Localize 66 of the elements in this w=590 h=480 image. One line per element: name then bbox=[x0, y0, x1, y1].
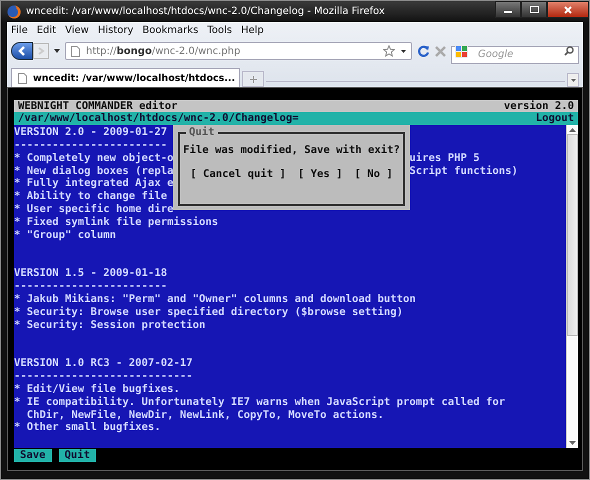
dialog-button[interactable]: [ Yes ] bbox=[298, 168, 343, 180]
menu-item[interactable]: View bbox=[65, 25, 89, 36]
close-icon bbox=[564, 6, 572, 14]
changelog-line: * IE compatibility. Unfortunately IE7 warns when JavaScript prompt called for bbox=[14, 396, 506, 409]
window-title: wncedit: /var/www/localhost/htdocs/wnc-2.0/Changelog - Mozilla Firefox bbox=[26, 6, 386, 17]
minimize-button[interactable] bbox=[495, 1, 521, 18]
menu-item[interactable]: Bookmarks bbox=[142, 25, 198, 36]
rule-line: ---------------------------- bbox=[14, 370, 193, 383]
menu-item[interactable]: Help bbox=[240, 25, 264, 36]
dialog-button[interactable]: [ No ] bbox=[354, 168, 393, 180]
browser-tab[interactable]: wncedit: /var/www/localhost/htdocs... bbox=[11, 68, 240, 87]
changelog-line: * User specific home dire bbox=[14, 203, 174, 216]
plus-icon bbox=[250, 76, 257, 82]
changelog-line: * Edit/View file bugfixes. bbox=[14, 382, 180, 396]
maximize-button[interactable] bbox=[521, 1, 547, 18]
changelog-line: * Fully integrated Ajax e bbox=[14, 177, 174, 190]
text-editor[interactable] bbox=[14, 125, 566, 448]
search-engine-icon[interactable] bbox=[455, 44, 468, 58]
rule-line: ------------------------ bbox=[14, 280, 168, 293]
changelog-line: * Security: Browse user specified directory ($browse setting) bbox=[14, 306, 404, 319]
changelog-line: * Jakub Mikians: "Perm" and "Owner" columns and download button bbox=[14, 292, 416, 306]
caret-icon bbox=[570, 78, 576, 82]
tab-list-button[interactable] bbox=[567, 73, 579, 87]
changelog-line: ChDir, NewFile, NewDir, NewLink, CopyTo, MoveTo actions. bbox=[26, 408, 384, 421]
scroll-up-icon[interactable] bbox=[569, 128, 576, 132]
changelog-line: * New dialog boxes (repla bbox=[14, 164, 174, 177]
menu-item[interactable]: Edit bbox=[36, 25, 56, 36]
menu-item[interactable]: History bbox=[98, 25, 134, 36]
search-field[interactable]: Google bbox=[451, 46, 579, 64]
rule-line: ------------------------ bbox=[14, 138, 168, 152]
action-button[interactable]: Quit bbox=[58, 449, 96, 462]
menu-item[interactable]: Tools bbox=[207, 25, 232, 36]
changelog-line: * Security: Session protection bbox=[14, 318, 206, 332]
changelog-line: * "Group" column bbox=[14, 228, 116, 242]
reload-icon[interactable] bbox=[417, 44, 430, 58]
changelog-line: * Fixed symlink file permissions bbox=[14, 216, 218, 229]
close-button[interactable] bbox=[547, 1, 589, 18]
back-button[interactable] bbox=[11, 42, 33, 60]
changelog-line: * Other small bugfixes. bbox=[14, 421, 161, 434]
dialog-message: File was modified, Save with exit? bbox=[182, 144, 401, 156]
dropdown-icon[interactable] bbox=[54, 49, 60, 53]
version-label: version 2.0 bbox=[504, 100, 574, 112]
menu-item[interactable]: File bbox=[11, 25, 28, 36]
logout-link[interactable]: Logout bbox=[536, 112, 574, 125]
changelog-line: uires PHP 5 bbox=[409, 152, 480, 165]
address-field[interactable]: http://bongo/wnc-2.0/wnc.php bbox=[65, 42, 412, 60]
dialog-title: Quit bbox=[186, 126, 218, 139]
action-button[interactable]: Save bbox=[14, 449, 52, 462]
maximize-icon bbox=[530, 6, 538, 13]
version-heading: VERSION 1.5 - 2009-01-18 bbox=[14, 267, 168, 280]
browser-logo-icon bbox=[7, 4, 21, 18]
search-icon[interactable] bbox=[564, 46, 574, 56]
dialog-button[interactable]: [ Cancel quit ] bbox=[190, 168, 286, 180]
dropdown-icon[interactable] bbox=[401, 50, 406, 52]
page-icon bbox=[18, 72, 27, 84]
changelog-line: Script functions) bbox=[409, 164, 518, 178]
changelog-line: * Completely new object-o bbox=[14, 152, 174, 165]
version-heading: VERSION 1.0 RC3 - 2007-02-17 bbox=[14, 357, 193, 370]
file-path: /var/www/localhost/htdocs/wnc-2.0/Changelog= bbox=[18, 112, 299, 125]
scroll-down-icon[interactable] bbox=[569, 441, 576, 445]
scrollbar[interactable] bbox=[566, 125, 578, 448]
changelog-line: * Ability to change file bbox=[14, 190, 168, 203]
star-icon[interactable] bbox=[383, 45, 395, 57]
app-title: WEBNIGHT COMMANDER editor bbox=[18, 100, 178, 112]
version-heading: VERSION 2.0 - 2009-01-27 bbox=[14, 126, 168, 139]
page-icon bbox=[71, 46, 80, 56]
